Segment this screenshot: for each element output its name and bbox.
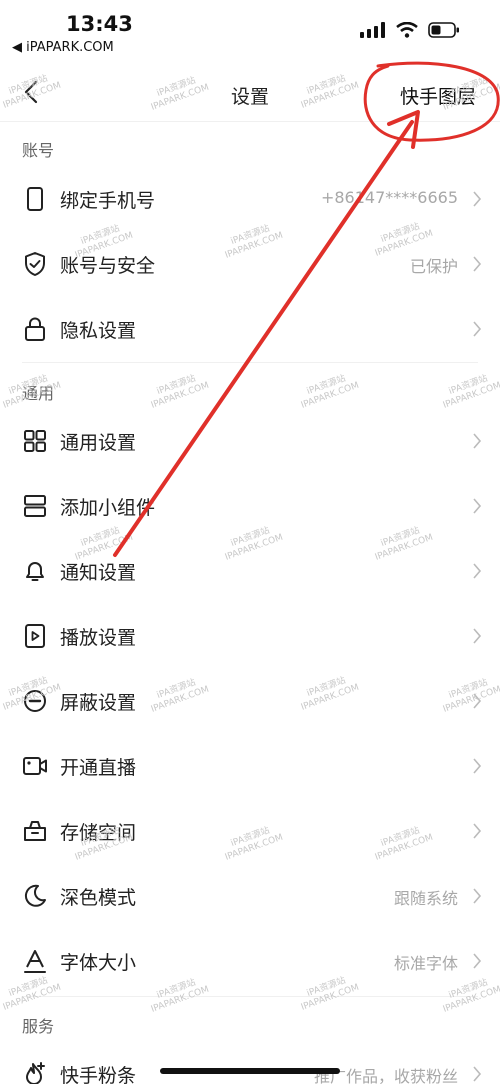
watermark: iPA资源站 IPAPARK.COM (299, 373, 361, 411)
row-value: +86147****6665 (320, 188, 458, 207)
row-general-settings[interactable]: 通用设置 (0, 408, 500, 473)
row-block-settings[interactable]: 屏蔽设置 (0, 668, 500, 733)
row-value: 跟随系统 (393, 889, 458, 908)
block-icon (24, 690, 46, 712)
row-dark-mode[interactable]: 深色模式 跟随系统 (0, 863, 500, 928)
phone-icon (27, 187, 43, 211)
chevron-right-icon (473, 1066, 482, 1082)
section-divider (22, 996, 478, 997)
row-value: 已保护 (409, 257, 458, 276)
section-header-service: 服务 (22, 1017, 55, 1036)
row-fan-strip[interactable]: 快手粉条 推广作品，收获粉丝 (0, 1041, 500, 1084)
nav-bar: 设置 快手图层 (0, 62, 500, 122)
shield-icon (25, 252, 45, 276)
row-privacy-settings[interactable]: 隐私设置 (0, 296, 500, 361)
row-label: 账号与安全 (60, 255, 156, 277)
lock-icon (25, 317, 45, 341)
row-storage[interactable]: 存储空间 (0, 798, 500, 863)
chevron-right-icon (473, 191, 482, 207)
row-playback-settings[interactable]: 播放设置 (0, 603, 500, 668)
bell-icon (26, 562, 44, 581)
annotation-label: 快手图层 (399, 86, 476, 108)
watermark: iPA资源站 IPAPARK.COM (149, 373, 211, 411)
row-label: 添加小组件 (60, 497, 156, 519)
row-label: 播放设置 (60, 627, 137, 649)
row-label: 屏蔽设置 (60, 692, 137, 714)
status-bar: 13:43 ◀ iPAPARK.COM (0, 0, 500, 62)
chevron-right-icon (473, 953, 482, 969)
row-label: 存储空间 (60, 822, 137, 844)
status-icons (360, 22, 460, 38)
row-label: 绑定手机号 (60, 190, 156, 212)
row-label: 深色模式 (60, 887, 137, 909)
chevron-right-icon (473, 823, 482, 839)
chevron-right-icon (473, 256, 482, 272)
chevron-right-icon (473, 433, 482, 449)
signal-icon (360, 22, 385, 38)
fan-strip-icon (26, 1062, 45, 1084)
row-open-live[interactable]: 开通直播 (0, 733, 500, 798)
row-label: 开通直播 (60, 757, 137, 779)
wifi-icon (396, 22, 418, 38)
status-time: 13:43 (66, 12, 133, 36)
chevron-right-icon (473, 628, 482, 644)
row-bind-phone[interactable]: 绑定手机号 +86147****6665 (0, 166, 500, 231)
row-label: 通知设置 (60, 562, 137, 584)
font-size-icon (24, 950, 46, 973)
status-back-app[interactable]: ◀ iPAPARK.COM (12, 40, 114, 55)
row-value: 标准字体 (393, 954, 458, 973)
chevron-right-icon (473, 563, 482, 579)
watermark: iPA资源站 IPAPARK.COM (441, 373, 500, 411)
chevron-right-icon (473, 693, 482, 709)
chevron-right-icon (473, 498, 482, 514)
grid-icon (24, 430, 46, 452)
home-indicator[interactable] (160, 1068, 340, 1074)
row-add-widget[interactable]: 添加小组件 (0, 473, 500, 538)
battery-icon (428, 22, 459, 38)
row-label: 字体大小 (60, 952, 137, 974)
section-divider (22, 362, 478, 363)
chevron-right-icon (473, 758, 482, 774)
chevron-right-icon (473, 321, 482, 337)
chevron-right-icon (473, 888, 482, 904)
row-notification-settings[interactable]: 通知设置 (0, 538, 500, 603)
row-font-size[interactable]: 字体大小 标准字体 (0, 928, 500, 993)
section-header-general: 通用 (22, 384, 55, 403)
moon-icon (24, 884, 46, 907)
play-icon (25, 624, 45, 648)
storage-icon (24, 821, 46, 841)
row-account-security[interactable]: 账号与安全 已保护 (0, 231, 500, 296)
section-header-account: 账号 (22, 141, 55, 160)
widget-icon (24, 495, 46, 517)
row-label: 快手粉条 (60, 1065, 137, 1084)
row-label: 通用设置 (60, 432, 137, 454)
video-camera-icon (23, 757, 47, 775)
row-label: 隐私设置 (60, 320, 137, 342)
